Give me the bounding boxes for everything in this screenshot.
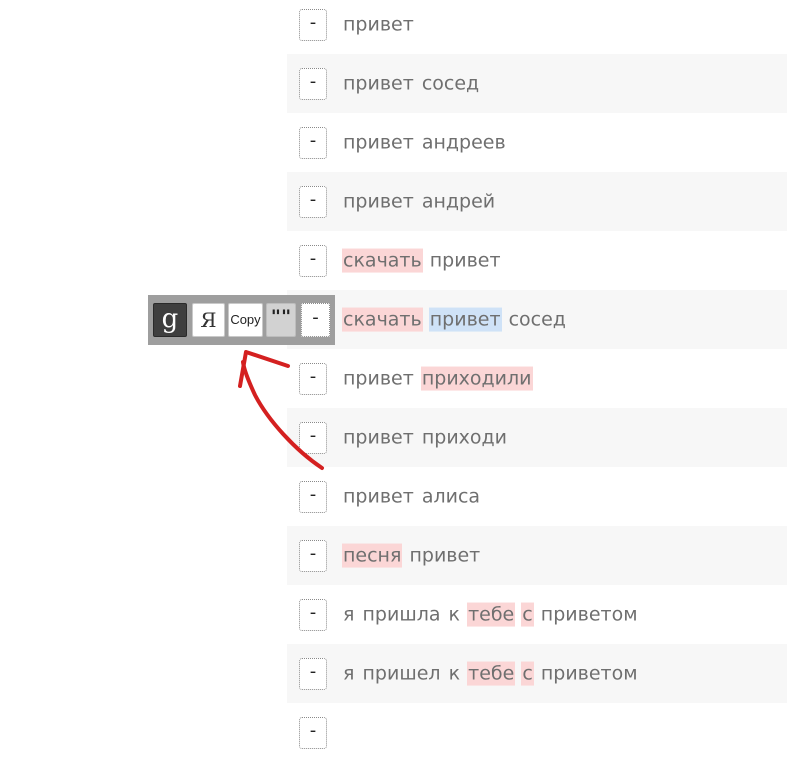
keyword-word[interactable]: андрей bbox=[421, 189, 496, 213]
keyword-word[interactable]: к bbox=[448, 602, 461, 626]
keyword-word[interactable]: я bbox=[342, 661, 355, 685]
minus-button[interactable]: - bbox=[299, 244, 327, 277]
minus-button[interactable]: - bbox=[299, 480, 327, 513]
minus-button[interactable]: - bbox=[299, 126, 327, 159]
keyword-row: - привет алиса bbox=[287, 467, 787, 526]
minus-button[interactable]: - bbox=[299, 8, 327, 41]
keyword-word[interactable]: я bbox=[342, 602, 355, 626]
minus-button[interactable]: - bbox=[299, 185, 327, 218]
yandex-search-button[interactable]: Я bbox=[192, 303, 225, 337]
keyword-phrase[interactable]: я пришла к тебе с приветом bbox=[342, 602, 639, 627]
quotes-button[interactable]: "" bbox=[266, 303, 296, 337]
keyword-row: - песня привет bbox=[287, 526, 787, 585]
keyword-row: - привет андреев bbox=[287, 113, 787, 172]
keyword-word[interactable]: привет bbox=[342, 366, 415, 390]
highlighted-word[interactable]: тебе bbox=[467, 661, 516, 686]
keyword-row: скачать привет сосед bbox=[287, 290, 787, 349]
keyword-word[interactable]: сосед bbox=[508, 307, 567, 331]
keyword-row: - скачать привет bbox=[287, 231, 787, 290]
minus-button[interactable]: - bbox=[299, 421, 327, 454]
keyword-phrase[interactable]: скачать привет сосед bbox=[342, 307, 567, 332]
keyword-phrase[interactable]: привет андрей bbox=[342, 190, 496, 212]
keyword-word[interactable]: привет bbox=[342, 130, 415, 154]
keyword-row: -я пришел к тебе с приветом bbox=[287, 644, 787, 703]
keyword-word[interactable]: приветом bbox=[540, 661, 639, 685]
google-search-button[interactable]: g bbox=[153, 303, 187, 337]
highlighted-word[interactable]: тебе bbox=[467, 602, 516, 627]
keyword-word[interactable]: приходи bbox=[421, 425, 508, 449]
keyword-phrase[interactable]: я пришел к тебе с приветом bbox=[342, 661, 639, 686]
selection-toolbar: g Я Copy "" - bbox=[148, 295, 335, 345]
keyword-word[interactable]: андреев bbox=[421, 130, 507, 154]
highlighted-word[interactable]: песня bbox=[342, 543, 403, 568]
yandex-icon: Я bbox=[200, 308, 217, 332]
keyword-list: - привет - привет сосед - привет андреев - прив… bbox=[287, 0, 787, 762]
minus-button[interactable]: - bbox=[299, 716, 327, 749]
keyword-word[interactable]: пришла bbox=[361, 602, 441, 626]
keyword-word[interactable]: приветом bbox=[540, 602, 639, 626]
keyword-word[interactable]: сосед bbox=[421, 71, 480, 95]
keyword-row: - привет приходили bbox=[287, 349, 787, 408]
keyword-word[interactable]: привет bbox=[342, 425, 415, 449]
minus-button[interactable]: - bbox=[299, 67, 327, 100]
keyword-row: - bbox=[287, 703, 787, 762]
keyword-phrase[interactable]: привет bbox=[342, 13, 415, 35]
keyword-row: - привет bbox=[287, 0, 787, 54]
copy-button[interactable]: Copy bbox=[228, 303, 263, 337]
highlighted-word[interactable]: скачать bbox=[342, 248, 423, 273]
keyword-phrase[interactable]: привет алиса bbox=[342, 485, 481, 507]
keyword-word[interactable]: привет bbox=[342, 12, 415, 36]
google-icon: g bbox=[161, 304, 179, 334]
arrow-head bbox=[238, 350, 290, 388]
keyword-word[interactable]: привет bbox=[342, 484, 415, 508]
keyword-phrase[interactable]: привет сосед bbox=[342, 72, 480, 94]
minus-button[interactable]: - bbox=[301, 303, 330, 337]
keyword-word[interactable]: алиса bbox=[421, 484, 481, 508]
keyword-word[interactable]: привет bbox=[429, 248, 502, 272]
keyword-word[interactable]: к bbox=[448, 661, 461, 685]
keyword-phrase[interactable]: привет приходи bbox=[342, 426, 508, 448]
highlighted-word[interactable]: привет bbox=[428, 307, 502, 332]
highlighted-word[interactable]: с bbox=[521, 602, 534, 627]
keyword-row: -я пришла к тебе с приветом bbox=[287, 585, 787, 644]
keyword-phrase[interactable]: привет андреев bbox=[342, 131, 507, 153]
keyword-row: - привет андрей bbox=[287, 172, 787, 231]
keyword-row: - привет приходи bbox=[287, 408, 787, 467]
minus-button[interactable]: - bbox=[299, 598, 327, 631]
keyword-phrase[interactable]: привет приходили bbox=[342, 366, 533, 391]
keyword-row: - привет сосед bbox=[287, 54, 787, 113]
highlighted-word[interactable]: с bbox=[521, 661, 534, 686]
highlighted-word[interactable]: скачать bbox=[342, 307, 423, 332]
highlighted-word[interactable]: приходили bbox=[420, 366, 533, 391]
keyword-word[interactable]: пришел bbox=[361, 661, 441, 685]
minus-button[interactable]: - bbox=[299, 539, 327, 572]
keyword-word[interactable]: привет bbox=[408, 543, 481, 567]
keyword-phrase[interactable]: песня привет bbox=[342, 543, 481, 568]
keyword-word[interactable]: привет bbox=[342, 71, 415, 95]
minus-button[interactable]: - bbox=[299, 657, 327, 690]
keyword-phrase[interactable]: скачать привет bbox=[342, 248, 502, 273]
minus-button[interactable]: - bbox=[299, 362, 327, 395]
keyword-word[interactable]: привет bbox=[342, 189, 415, 213]
